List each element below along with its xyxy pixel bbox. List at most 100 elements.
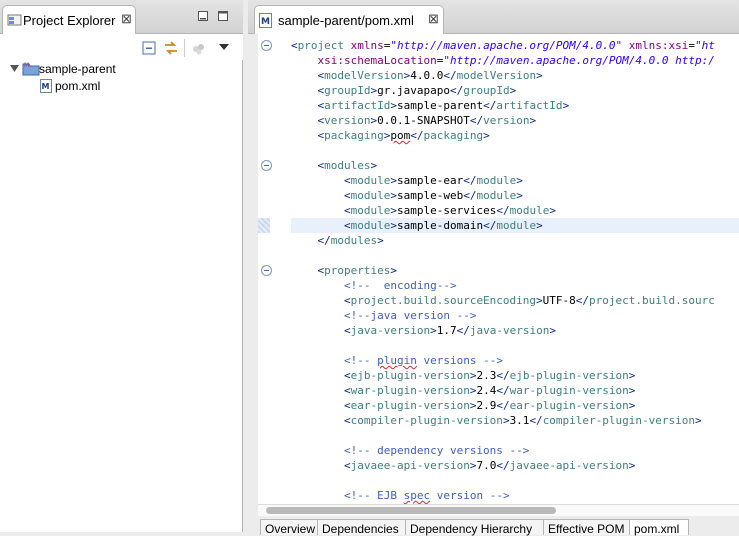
code-line[interactable]: <module>sample-web</module> [291, 188, 523, 203]
code-token: <!-- [343, 354, 378, 367]
expanded-arrow-icon[interactable] [10, 64, 19, 73]
code-line[interactable]: <ejb-plugin-version>2.3</ejb-plugin-vers… [291, 368, 635, 383]
code-token: 2.4 [476, 384, 497, 397]
horizontal-scrollbar[interactable] [258, 504, 739, 516]
close-icon[interactable]: ⊠ [121, 11, 132, 27]
code-token: </ [496, 399, 510, 412]
code-area[interactable]: <project xmlns="http://maven.apache.org/… [291, 34, 739, 504]
code-token: < [343, 459, 351, 472]
maven-file-icon: M [259, 13, 272, 28]
code-line[interactable]: <module>sample-services</module> [291, 203, 556, 218]
code-line[interactable]: <project xmlns="http://maven.apache.org/… [291, 38, 715, 53]
code-line[interactable]: <modelVersion>4.0.0</modelVersion> [291, 68, 543, 83]
code-line[interactable]: xsi:schemaLocation="http://maven.apache.… [291, 53, 715, 68]
code-token: artifactId [496, 99, 563, 112]
code-token: module [476, 189, 517, 202]
code-line[interactable]: <!--java version --> [291, 308, 476, 323]
tab-pom-xml-editor[interactable]: M sample-parent/pom.xml ⊠ [254, 5, 444, 34]
code-token: < [343, 414, 351, 427]
code-token: <!--java version --> [343, 309, 477, 322]
toolbar-separator [184, 39, 185, 57]
code-token: compiler-plugin-version [350, 414, 503, 427]
scrollbar-thumb[interactable] [266, 507, 556, 514]
close-icon[interactable]: ⊠ [428, 11, 439, 27]
code-token: ear-plugin-version [509, 399, 629, 412]
code-token: plugin [377, 354, 417, 367]
code-token: versions --> [416, 354, 503, 367]
tab-pom-xml[interactable]: pom.xml [629, 519, 689, 536]
code-token: > [502, 414, 510, 427]
tree-item-sample-parent[interactable]: M sample-parent [8, 60, 208, 77]
code-token: compiler-plugin-version [542, 414, 696, 427]
tab-project-explorer[interactable]: Project Explorer ⊠ [2, 5, 136, 34]
code-line[interactable]: <!-- encoding--> [291, 278, 457, 293]
code-line[interactable]: <java-version>1.7</java-version> [291, 323, 556, 338]
code-token: sample-domain [396, 219, 484, 232]
tab-overview[interactable]: Overview [260, 519, 318, 536]
link-with-editor-icon[interactable] [163, 40, 179, 56]
tab-effective-pom[interactable]: Effective POM [543, 519, 630, 536]
code-line[interactable]: <!-- EJB spec version --> [291, 488, 510, 503]
tree-item-pom-xml[interactable]: M pom.xml [38, 77, 188, 94]
code-line[interactable]: <packaging>pom</packaging> [291, 128, 490, 143]
code-line[interactable]: <version>0.0.1-SNAPSHOT</version> [291, 113, 537, 128]
xml-source-editor[interactable]: <project xmlns="http://maven.apache.org/… [258, 34, 739, 504]
code-token: > [529, 114, 537, 127]
code-token: </ [456, 324, 470, 337]
editor-ruler[interactable] [258, 34, 276, 504]
code-token: xsi:schemaLocation [317, 54, 437, 67]
code-token: modules [324, 159, 371, 172]
code-token: > [390, 99, 397, 112]
code-line[interactable]: </modules> [291, 233, 384, 248]
fold-toggle-icon[interactable] [261, 40, 272, 51]
code-line[interactable]: <!-- dependency versions --> [291, 443, 529, 458]
collapse-all-icon[interactable] [141, 40, 157, 56]
code-token: "http://maven.apache.org/POM/4.0.0 http:… [443, 54, 715, 67]
svg-text:M: M [24, 62, 29, 69]
code-token: module [350, 189, 391, 202]
code-token: > [430, 324, 437, 337]
code-line[interactable]: <properties> [291, 263, 397, 278]
code-token: < [343, 204, 351, 217]
code-line[interactable]: <!-- plugin versions --> [291, 353, 503, 368]
code-line[interactable]: <artifactId>sample-parent</artifactId> [291, 98, 570, 113]
code-line[interactable]: <javaee-api-version>7.0</javaee-api-vers… [291, 458, 635, 473]
code-token: modelVersion [324, 69, 404, 82]
code-token: </ [410, 129, 424, 142]
code-token: > [562, 99, 570, 112]
code-line[interactable]: <project.build.sourceEncoding>UTF-8</pro… [291, 293, 715, 308]
minimize-icon[interactable] [197, 10, 209, 22]
code-line[interactable]: <module>sample-domain</module> [291, 218, 739, 233]
code-token: pom [390, 129, 411, 142]
fold-toggle-icon[interactable] [261, 160, 272, 171]
focus-task-icon[interactable] [190, 40, 206, 56]
view-menu-icon[interactable] [218, 42, 230, 52]
code-token: > [516, 174, 523, 187]
tab-dependencies[interactable]: Dependencies [317, 519, 406, 536]
maximize-icon[interactable] [217, 10, 229, 22]
code-token: groupId [324, 84, 371, 97]
code-token: java-version [469, 324, 550, 337]
code-token: module [509, 204, 550, 217]
code-line[interactable]: <compiler-plugin-version>3.1</compiler-p… [291, 413, 702, 428]
code-token: 0.0.1-SNAPSHOT [377, 114, 470, 127]
fold-toggle-icon[interactable] [261, 265, 272, 276]
code-line[interactable]: <modules> [291, 158, 378, 173]
code-token: 2.9 [476, 399, 497, 412]
code-token: </ [449, 84, 464, 97]
code-token: war-plugin-version [509, 384, 629, 397]
code-line[interactable]: <module>sample-ear</module> [291, 173, 523, 188]
code-line[interactable]: <groupId>gr.javapapo</groupId> [291, 83, 517, 98]
code-line[interactable]: <war-plugin-version>2.4</war-plugin-vers… [291, 383, 635, 398]
code-line[interactable]: <ear-plugin-version>2.9</ear-plugin-vers… [291, 398, 635, 413]
code-token: 7.0 [476, 459, 497, 472]
code-token: javaee-api-version [509, 459, 629, 472]
code-token: groupId [463, 84, 510, 97]
tab-dependency-hierarchy[interactable]: Dependency Hierarchy [405, 519, 544, 536]
code-token: > [536, 219, 543, 232]
